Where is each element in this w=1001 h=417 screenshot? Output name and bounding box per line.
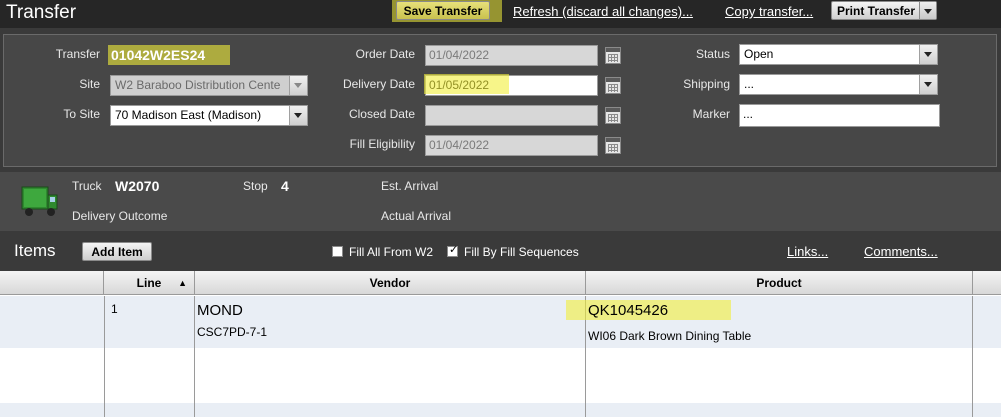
closed-date-field	[425, 105, 598, 126]
site-label: Site	[79, 77, 100, 91]
fill-by-seq-checkbox[interactable]	[447, 243, 458, 257]
chevron-down-icon	[924, 82, 932, 87]
links-link[interactable]: Links...	[787, 244, 828, 259]
fill-all-checkbox[interactable]	[332, 246, 343, 257]
column-divider	[104, 296, 105, 417]
row-product-code: QK1045426	[588, 302, 669, 319]
column-divider	[194, 296, 195, 417]
site-dropdown-arrow	[289, 76, 307, 95]
stop-label: Stop	[243, 179, 268, 193]
marker-label: Marker	[692, 107, 730, 121]
truck-value: W2070	[115, 178, 160, 194]
column-header-extra	[973, 271, 1001, 295]
column-header-line-label: Line	[136, 276, 162, 290]
est-arrival-label: Est. Arrival	[381, 179, 439, 193]
column-header-select[interactable]	[0, 271, 104, 295]
order-date-field: 01/04/2022	[425, 45, 598, 66]
status-select[interactable]: Open	[739, 44, 938, 65]
print-transfer-button[interactable]: Print Transfer	[831, 1, 937, 20]
to-site-select[interactable]: 70 Madison East (Madison)	[110, 105, 308, 126]
table-row-empty	[0, 403, 1001, 417]
fill-eligibility-field: 01/04/2022	[425, 135, 598, 156]
transfer-label: Transfer	[55, 47, 100, 61]
row-vendor-code: CSC7PD-7-1	[197, 325, 268, 339]
delivery-date-label: Delivery Date	[342, 77, 415, 91]
to-site-dropdown-arrow[interactable]	[289, 106, 307, 125]
save-transfer-button[interactable]: Save Transfer	[396, 1, 490, 20]
shipping-select[interactable]: ...	[739, 74, 938, 95]
calendar-icon[interactable]	[605, 77, 621, 94]
stop-value: 4	[281, 178, 289, 194]
calendar-icon[interactable]	[605, 137, 621, 154]
table-row-empty	[0, 348, 1001, 403]
highlight-mark	[424, 74, 509, 94]
marker-field[interactable]: ...	[739, 104, 940, 127]
shipping-value: ...	[744, 77, 755, 91]
column-header-vendor[interactable]: Vendor	[195, 271, 586, 295]
column-divider	[972, 296, 973, 417]
closed-date-label: Closed Date	[348, 107, 415, 121]
status-dropdown-arrow[interactable]	[919, 45, 937, 64]
status-value: Open	[744, 47, 774, 61]
transfer-id: 01042W2ES24	[111, 47, 206, 63]
site-select: W2 Baraboo Distribution Cente	[110, 75, 308, 96]
status-label: Status	[695, 47, 730, 61]
delivery-outcome-label: Delivery Outcome	[72, 209, 168, 223]
chevron-down-icon	[294, 113, 302, 118]
sort-ascending-icon: ▲	[178, 278, 187, 288]
fill-all-label: Fill All From W2	[349, 245, 433, 259]
fill-eligibility-label: Fill Eligibility	[349, 137, 415, 151]
refresh-link[interactable]: Refresh (discard all changes)...	[513, 4, 693, 19]
row-line-number: 1	[111, 302, 118, 316]
chevron-down-icon	[294, 83, 302, 88]
chevron-down-icon	[924, 9, 932, 14]
to-site-value: 70 Madison East (Madison)	[115, 108, 262, 122]
truck-label: Truck	[72, 179, 102, 193]
row-product-description: WI06 Dark Brown Dining Table	[588, 329, 752, 343]
order-date-label: Order Date	[355, 47, 415, 61]
print-dropdown-button[interactable]	[919, 2, 936, 19]
shipping-dropdown-arrow[interactable]	[919, 75, 937, 94]
calendar-icon[interactable]	[605, 107, 621, 124]
calendar-icon[interactable]	[605, 47, 621, 64]
print-transfer-label: Print Transfer	[837, 4, 916, 18]
column-header-product[interactable]: Product	[586, 271, 973, 295]
comments-link[interactable]: Comments...	[864, 244, 938, 259]
fill-by-seq-label: Fill By Fill Sequences	[464, 245, 579, 259]
column-header-line[interactable]: Line ▲	[104, 271, 195, 295]
shipping-label: Shipping	[683, 77, 730, 91]
chevron-down-icon	[924, 52, 932, 57]
actual-arrival-label: Actual Arrival	[381, 209, 452, 223]
page-title: Transfer	[6, 2, 77, 23]
copy-transfer-link[interactable]: Copy transfer...	[725, 4, 813, 19]
to-site-label: To Site	[63, 107, 100, 121]
site-value: W2 Baraboo Distribution Cente	[115, 78, 281, 92]
items-title: Items	[14, 241, 56, 260]
row-vendor-name: MOND	[197, 302, 243, 319]
truck-icon	[21, 186, 58, 216]
table-row[interactable]	[0, 296, 1001, 348]
add-item-button[interactable]: Add Item	[82, 242, 152, 261]
